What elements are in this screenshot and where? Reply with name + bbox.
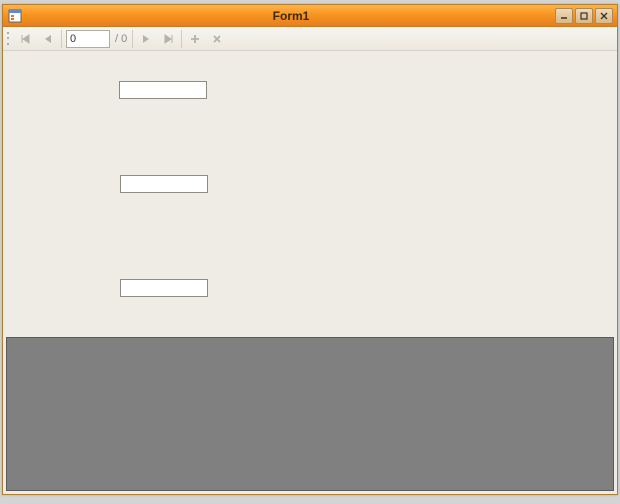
delete-button[interactable] [206,29,228,49]
maximize-button[interactable] [575,8,593,24]
move-first-button[interactable] [15,29,37,49]
minimize-button[interactable] [555,8,573,24]
title-bar[interactable]: Form1 [3,5,617,27]
datagridview[interactable] [6,337,614,491]
move-last-button[interactable] [157,29,179,49]
move-next-button[interactable] [135,29,157,49]
window-title: Form1 [27,9,555,23]
count-label: / 0 [112,33,130,45]
toolbar-separator [132,30,133,48]
app-icon [7,8,23,24]
window-controls [555,8,617,24]
textbox-3[interactable] [120,279,208,297]
move-previous-button[interactable] [37,29,59,49]
add-new-button[interactable] [184,29,206,49]
form-window: Form1 / 0 [2,4,618,495]
binding-navigator: / 0 [3,27,617,51]
textbox-2[interactable] [120,175,208,193]
position-textbox[interactable] [66,30,110,48]
textbox-1[interactable] [119,81,207,99]
toolbar-grip[interactable] [7,31,13,47]
toolbar-separator [61,30,62,48]
client-area [3,51,617,494]
close-button[interactable] [595,8,613,24]
toolbar-separator [181,30,182,48]
